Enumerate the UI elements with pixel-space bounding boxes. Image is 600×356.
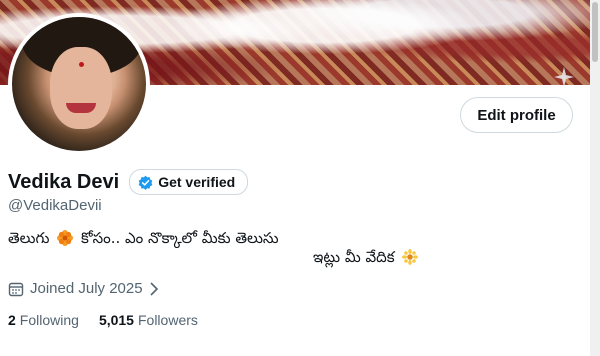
name-row: Vedika Devi Get verified [8,169,249,195]
calendar-icon [8,282,24,296]
bio-line-2: ఇట్లు మీ వేదిక [313,248,421,270]
bio-line-1: తెలుగు కోసం.. ఎం నొక్కాలో మీకు తెలుసు [8,229,279,251]
joined-date[interactable]: Joined July 2025 [8,280,159,297]
avatar[interactable] [8,13,150,155]
marigold-flower-icon [57,230,74,246]
bio-text-telugu: తెలుగు [8,229,50,247]
scrollbar[interactable] [590,0,600,356]
display-name: Vedika Devi [8,170,120,193]
edit-profile-button[interactable]: Edit profile [460,97,573,133]
following-count: 2 [8,312,16,328]
follow-stats: 2 Following 5,015 Followers [8,312,218,328]
sparkle-icon [554,67,574,87]
following-label: Following [19,312,79,328]
following-link[interactable]: 2 Following [8,312,79,328]
get-verified-button[interactable]: Get verified [129,169,249,195]
joined-label: Joined July 2025 [30,280,143,297]
avatar-bindi [79,62,84,67]
get-verified-label: Get verified [158,174,236,190]
bio-signature: ఇట్లు మీ వేదిక [313,248,395,266]
followers-link[interactable]: 5,015 Followers [99,312,198,328]
bio-text-rest: కోసం.. ఎం నొక్కాలో మీకు తెలుసు [81,229,279,247]
followers-count: 5,015 [98,312,134,328]
verified-badge-icon [138,175,153,190]
sunflower-icon [402,249,419,265]
chevron-right-icon [150,281,158,296]
scrollbar-thumb[interactable] [592,2,598,62]
user-handle: @VedikaDevii [8,197,102,214]
followers-label: Followers [137,312,198,328]
avatar-face [50,47,112,129]
